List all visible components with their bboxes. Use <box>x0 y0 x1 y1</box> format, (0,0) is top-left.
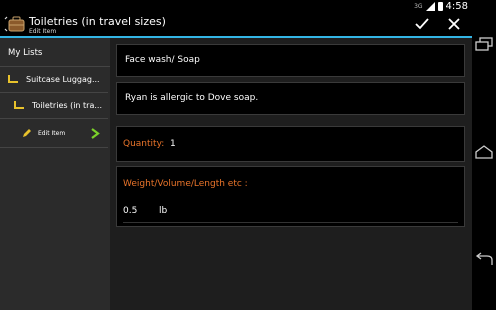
item-note-field[interactable]: Ryan is allergic to Dove soap. <box>116 82 465 115</box>
sidebar-header: My Lists <box>0 40 116 67</box>
app-icon[interactable] <box>4 15 26 33</box>
sidebar-item-label: Toiletries (in tra... <box>32 100 102 110</box>
pencil-icon <box>23 129 31 137</box>
measure-value: 0.5 <box>123 206 138 216</box>
sidebar-item-suitcase-luggage[interactable]: Suitcase Luggag... <box>0 66 108 93</box>
quantity-field[interactable]: Quantity: 1 <box>116 126 465 162</box>
measure-field[interactable]: Weight/Volume/Length etc : 0.5 lb <box>116 166 465 227</box>
sidebar-header-label: My Lists <box>8 48 43 58</box>
sidebar-item-edit-item[interactable]: Edit Item <box>0 119 108 148</box>
status-icons: 3G 4:58 <box>414 0 468 12</box>
chevron-right-icon <box>91 127 100 139</box>
recent-apps-icon <box>475 37 493 51</box>
back-icon <box>475 252 493 265</box>
checkmark-icon <box>415 18 429 30</box>
screen-subtitle: Edit Item <box>29 28 57 35</box>
status-bar: 3G 4:58 <box>0 0 472 12</box>
folder-corner-icon <box>14 101 24 109</box>
measure-underline <box>123 222 458 223</box>
home-button[interactable] <box>474 144 494 160</box>
clock: 4:58 <box>445 0 468 12</box>
signal-icon <box>425 1 435 11</box>
save-checkmark-button[interactable] <box>412 14 432 34</box>
item-name-field[interactable]: Face wash/ Soap <box>116 44 465 77</box>
measure-label: Weight/Volume/Length etc : <box>123 179 248 189</box>
back-button[interactable] <box>474 252 494 268</box>
battery-icon <box>437 1 443 11</box>
folder-corner-icon <box>8 75 18 83</box>
item-note-value: Ryan is allergic to Dove soap. <box>125 93 259 103</box>
sidebar: My Lists Suitcase Luggag... Toiletries (… <box>0 38 116 310</box>
quantity-value: 1 <box>170 139 176 149</box>
suitcase-icon <box>4 16 25 32</box>
recent-apps-button[interactable] <box>474 36 494 52</box>
network-type: 3G <box>414 2 423 10</box>
close-button[interactable] <box>444 14 464 34</box>
edit-item-form: Face wash/ Soap Ryan is allergic to Dove… <box>110 38 472 310</box>
quantity-label: Quantity: <box>123 139 165 149</box>
sidebar-item-label: Edit Item <box>38 129 66 137</box>
screen-title: Toiletries (in travel sizes) <box>29 15 166 28</box>
action-bar: Toiletries (in travel sizes) Edit Item <box>0 12 472 38</box>
item-name-value: Face wash/ Soap <box>125 55 200 65</box>
system-nav-bar <box>472 0 496 310</box>
close-icon <box>448 18 460 30</box>
measure-unit: lb <box>159 206 168 216</box>
sidebar-item-toiletries[interactable]: Toiletries (in tra... <box>0 92 108 119</box>
home-icon <box>475 145 493 159</box>
sidebar-item-label: Suitcase Luggag... <box>26 74 100 84</box>
